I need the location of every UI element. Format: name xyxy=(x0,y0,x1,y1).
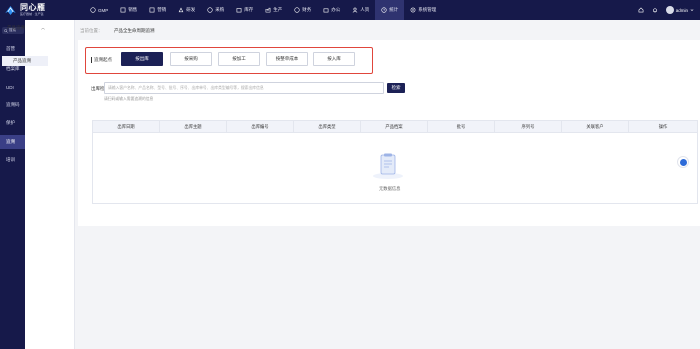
purchase-icon xyxy=(207,7,213,13)
table-header-cell: 产品档案 xyxy=(361,121,428,133)
bell-icon[interactable] xyxy=(652,7,658,13)
sidebar-item-udi[interactable]: UDI xyxy=(0,80,25,94)
sidebar-item-trace[interactable]: 追溯 xyxy=(0,135,25,149)
table-header-cell: 关联客户 xyxy=(562,121,629,133)
rnd-icon xyxy=(178,7,184,13)
nav-office[interactable]: 办公 xyxy=(317,0,346,20)
empty-state-text: 无数据信息 xyxy=(379,186,401,191)
nav-sales[interactable]: 销售 xyxy=(114,0,143,20)
top-right-actions: admin xyxy=(638,0,694,20)
user-name: admin xyxy=(675,7,688,13)
table-header-cell: 出库主题 xyxy=(160,121,227,133)
search-hint: 请扫码或输入需要追溯的信息 xyxy=(104,97,154,101)
chevron-down-icon xyxy=(690,9,694,11)
floating-help-button[interactable] xyxy=(677,156,689,168)
top-navigation-bar: 同心雁 医疗器械 · 生产链 GMP 销售 营销 研发 采购 库存 生产 财务 … xyxy=(0,0,700,20)
hr-icon xyxy=(352,7,358,13)
tab-by-purchase[interactable]: 按采购 xyxy=(170,52,212,66)
breadcrumb: 当前位置： xyxy=(80,28,103,33)
sub-navigation xyxy=(25,20,75,349)
gmp-icon xyxy=(90,7,96,13)
nav-stats[interactable]: 统计 xyxy=(375,0,405,20)
table-header-cell: 出库日期 xyxy=(93,121,160,133)
sidebar-item-trace-code[interactable]: 追溯码 xyxy=(0,98,25,112)
nav-marketing[interactable]: 营销 xyxy=(143,0,172,20)
finance-icon xyxy=(294,7,300,13)
table-header: 出库日期 出库主题 出库编号 出库类型 产品档案 批号 序列号 关联客户 操作 xyxy=(93,121,697,133)
brand-name: 同心雁 xyxy=(20,3,46,12)
empty-clipboard-icon xyxy=(373,153,403,179)
tab-by-processing[interactable]: 按加工 xyxy=(218,52,260,66)
subnav-group-title[interactable]: 产品追溯 xyxy=(7,25,25,31)
main-nav: GMP 销售 营销 研发 采购 库存 生产 财务 办公 人资 统计 系统管理 xyxy=(84,0,442,20)
search-input[interactable]: 请输入客户名称、产品名称、型号、批号、序号、出库单号、出库类型编号等，搜索出库信… xyxy=(104,82,384,94)
table-header-cell: 序列号 xyxy=(495,121,562,133)
nav-gmp[interactable]: GMP xyxy=(84,0,114,20)
avatar xyxy=(665,6,674,14)
table-header-cell: 批号 xyxy=(428,121,495,133)
tab-by-outbound[interactable]: 按出库 xyxy=(121,52,163,66)
settings-icon xyxy=(410,7,416,13)
sales-icon xyxy=(120,7,126,13)
page-title: 产品全生命周期追溯 xyxy=(114,28,155,33)
help-icon xyxy=(679,158,687,166)
nav-hr[interactable]: 人资 xyxy=(346,0,375,20)
brand-logo[interactable]: 同心雁 医疗器械 · 生产链 xyxy=(0,0,74,20)
trace-origin-label: 追溯起点 xyxy=(91,57,112,63)
tab-by-inbound[interactable]: 按入库 xyxy=(313,52,355,66)
nav-production[interactable]: 生产 xyxy=(259,0,288,20)
subnav-item-product-trace[interactable]: 产品追溯 xyxy=(2,56,48,66)
marketing-icon xyxy=(149,7,155,13)
logo-mark-icon xyxy=(5,5,16,15)
office-icon xyxy=(323,8,329,13)
sidebar: 搜索 首营 档案库 UDI 追溯码 保护 追溯 培训 xyxy=(0,20,25,349)
brand-tagline: 医疗器械 · 生产链 xyxy=(20,12,44,16)
table-header-cell: 操作 xyxy=(658,124,668,129)
sidebar-item-training[interactable]: 培训 xyxy=(0,153,25,167)
tab-by-order-cost[interactable]: 按整单成本 xyxy=(266,52,308,66)
sidebar-item-first[interactable]: 首营 xyxy=(0,42,25,56)
nav-inventory[interactable]: 库存 xyxy=(230,0,259,20)
inventory-icon xyxy=(236,8,242,13)
nav-finance[interactable]: 财务 xyxy=(288,0,317,20)
nav-purchase[interactable]: 采购 xyxy=(201,0,230,20)
stats-icon xyxy=(381,7,387,13)
user-menu[interactable]: admin xyxy=(665,6,694,14)
table-header-cell: 出库编号 xyxy=(227,121,294,133)
sidebar-item-protect[interactable]: 保护 xyxy=(0,116,25,130)
table-header-cell: 出库类型 xyxy=(294,121,361,133)
search-button[interactable]: 检索 xyxy=(387,83,405,93)
production-icon xyxy=(265,7,271,13)
nav-rnd[interactable]: 研发 xyxy=(172,0,201,20)
home-icon[interactable] xyxy=(638,7,644,13)
chevron-up-icon[interactable]: ︿ xyxy=(41,25,45,31)
nav-settings[interactable]: 系统管理 xyxy=(404,0,442,20)
